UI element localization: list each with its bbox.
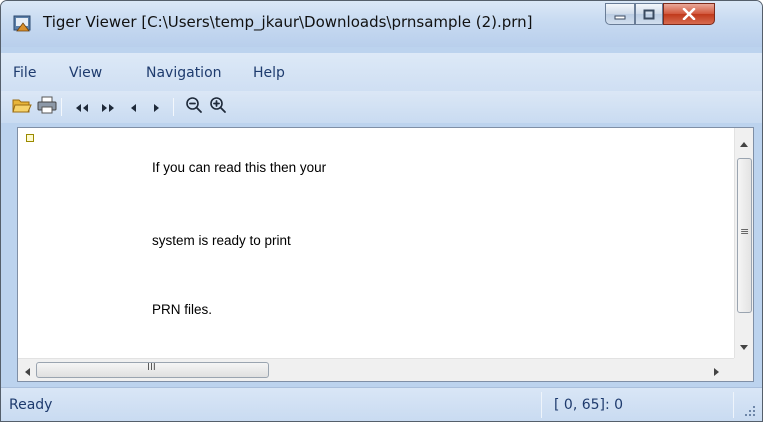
status-text: Ready [9,397,53,413]
zoom-out-button[interactable] [183,95,205,119]
status-separator [541,392,542,418]
printer-icon [37,96,57,118]
menu-help[interactable]: Help [253,65,285,81]
close-icon [682,5,696,24]
minimize-button[interactable] [605,3,635,25]
horizontal-scrollbar[interactable]: III [18,358,734,381]
first-page-button[interactable] [71,95,93,119]
down-arrow-icon [740,336,748,355]
up-arrow-icon [740,132,748,151]
next-page-button[interactable] [145,95,167,119]
title-bar[interactable]: Tiger Viewer [C:\Users\temp_jkaur\Downlo… [1,1,762,47]
scroll-grip: ≡ [740,225,750,238]
toolbar-separator [61,98,62,116]
folder-open-icon [12,96,32,118]
double-left-arrow-icon [74,98,90,117]
zoom-in-icon [209,96,227,118]
menu-file[interactable]: File [13,65,36,81]
scroll-corner [734,358,753,381]
scroll-up-button[interactable] [737,134,751,148]
page-corner-marker [26,134,34,142]
window-title: Tiger Viewer [C:\Users\temp_jkaur\Downlo… [43,13,533,31]
tiger-viewer-app-icon[interactable] [13,14,33,34]
previous-page-button[interactable] [123,95,145,119]
right-arrow-icon [714,361,720,380]
zoom-in-button[interactable] [207,95,229,119]
left-arrow-icon [24,361,30,380]
scroll-left-button[interactable] [20,363,34,377]
app-window: Tiger Viewer [C:\Users\temp_jkaur\Downlo… [0,0,763,422]
document-view[interactable]: If you can read this then your system is… [17,127,754,382]
document-line: PRN files. [152,302,213,317]
status-separator [733,392,734,418]
status-bar: Ready [ 0, 65]: 0 [1,387,762,421]
minimize-icon [614,5,626,24]
maximize-icon [643,5,655,24]
double-right-arrow-icon [100,98,116,117]
menu-navigation[interactable]: Navigation [146,65,222,81]
scroll-right-button[interactable] [710,363,724,377]
document-line: If you can read this then your [152,160,327,175]
menu-view[interactable]: View [69,65,102,81]
scroll-down-button[interactable] [737,338,751,352]
cursor-position: [ 0, 65]: 0 [554,397,624,413]
menu-bar: File View Navigation Help [1,53,762,91]
right-arrow-icon [151,98,161,117]
left-arrow-icon [129,98,139,117]
open-button[interactable] [11,95,33,119]
resize-grip-icon[interactable] [741,402,757,418]
close-button[interactable] [663,3,715,25]
toolbar [1,91,762,123]
document-line: system is ready to print [152,233,291,248]
print-button[interactable] [36,95,58,119]
toolbar-separator [173,98,174,116]
vertical-scrollbar[interactable]: ≡ [734,128,753,358]
vertical-scroll-thumb[interactable]: ≡ [737,158,752,313]
last-page-button[interactable] [97,95,119,119]
zoom-out-icon [185,96,203,118]
scroll-grip: III [147,362,156,373]
maximize-button[interactable] [635,3,663,25]
horizontal-scroll-thumb[interactable]: III [36,362,269,378]
